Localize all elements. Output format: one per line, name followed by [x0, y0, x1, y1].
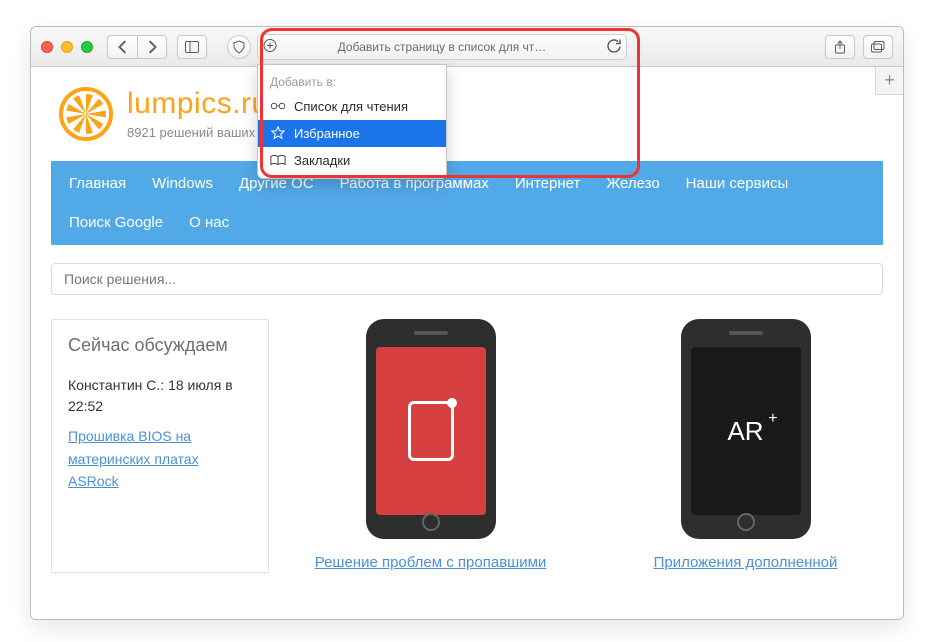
comment-meta: Константин С.: 18 июля в 22:52 — [68, 375, 252, 417]
titlebar: Добавить страницу в список для чт… Добав… — [31, 27, 903, 67]
webpage-viewport: lumpics.ru 8921 решений ваших пр Главная… — [31, 67, 903, 619]
address-bar-text: Добавить страницу в список для чт… — [338, 40, 547, 54]
dropdown-item-favorites[interactable]: Избранное — [258, 120, 446, 147]
card-title: Приложения дополненной — [608, 553, 883, 573]
address-bar[interactable]: Добавить страницу в список для чт… — [257, 34, 627, 60]
comment-link[interactable]: Прошивка BIOS на материнских платах ASRo… — [68, 425, 252, 492]
dropdown-header: Добавить в: — [258, 69, 446, 93]
back-button[interactable] — [107, 35, 137, 59]
dropdown-item-label: Список для чтения — [294, 99, 408, 114]
new-tab-button[interactable]: + — [875, 67, 903, 95]
card-title: Решение проблем с пропавшими — [293, 553, 568, 573]
search-bar — [51, 263, 883, 295]
article-card[interactable]: AR+ Приложения дополненной — [608, 319, 883, 573]
nav-item[interactable]: Главная — [69, 175, 126, 192]
site-name: lumpics.ru — [127, 87, 273, 121]
nav-buttons — [107, 35, 167, 59]
nav-item[interactable]: Интернет — [515, 175, 580, 192]
article-card[interactable]: Решение проблем с пропавшими — [293, 319, 568, 573]
main-nav: Главная Windows Другие ОС Работа в прогр… — [51, 161, 883, 245]
tabs-button[interactable] — [863, 35, 893, 59]
contacts-icon — [408, 401, 454, 461]
star-icon — [270, 126, 286, 140]
minimize-window-button[interactable] — [61, 41, 73, 53]
sidebar-heading: Сейчас обсуждаем — [68, 334, 252, 357]
reload-icon[interactable] — [607, 38, 621, 55]
dropdown-item-bookmarks[interactable]: Закладки — [258, 147, 446, 174]
ar-icon: AR+ — [727, 416, 763, 447]
share-button[interactable] — [825, 35, 855, 59]
search-input[interactable] — [51, 263, 883, 295]
nav-item[interactable]: Железо — [606, 175, 659, 192]
zoom-window-button[interactable] — [81, 41, 93, 53]
close-window-button[interactable] — [41, 41, 53, 53]
nav-item[interactable]: О нас — [189, 214, 229, 231]
dropdown-item-reading-list[interactable]: Список для чтения — [258, 93, 446, 120]
phone-illustration — [366, 319, 496, 539]
nav-item[interactable]: Windows — [152, 175, 213, 192]
sidebar-toggle-button[interactable] — [177, 35, 207, 59]
safari-window: Добавить страницу в список для чт… Добав… — [30, 26, 904, 620]
dropdown-item-label: Избранное — [294, 126, 360, 141]
add-page-icon[interactable] — [263, 38, 277, 55]
nav-item[interactable]: Наши сервисы — [686, 175, 789, 192]
address-bar-wrap: Добавить страницу в список для чт… Добав… — [257, 34, 627, 60]
site-logo — [59, 87, 113, 141]
dropdown-item-label: Закладки — [294, 153, 350, 168]
window-controls — [41, 41, 93, 53]
content-columns: Сейчас обсуждаем Константин С.: 18 июля … — [51, 319, 883, 573]
phone-illustration: AR+ — [681, 319, 811, 539]
site-tagline: 8921 решений ваших пр — [127, 125, 273, 140]
article-cards: Решение проблем с пропавшими AR+ Приложе… — [293, 319, 883, 573]
privacy-shield-icon[interactable] — [227, 35, 251, 59]
brand-text: lumpics.ru 8921 решений ваших пр — [127, 87, 273, 140]
nav-item[interactable]: Поиск Google — [69, 214, 163, 231]
add-to-dropdown: Добавить в: Список для чтения Избранное … — [257, 64, 447, 179]
discussion-sidebar: Сейчас обсуждаем Константин С.: 18 июля … — [51, 319, 269, 573]
glasses-icon — [270, 99, 286, 113]
book-icon — [270, 153, 286, 167]
site-header: lumpics.ru 8921 решений ваших пр — [31, 67, 903, 151]
forward-button[interactable] — [137, 35, 167, 59]
